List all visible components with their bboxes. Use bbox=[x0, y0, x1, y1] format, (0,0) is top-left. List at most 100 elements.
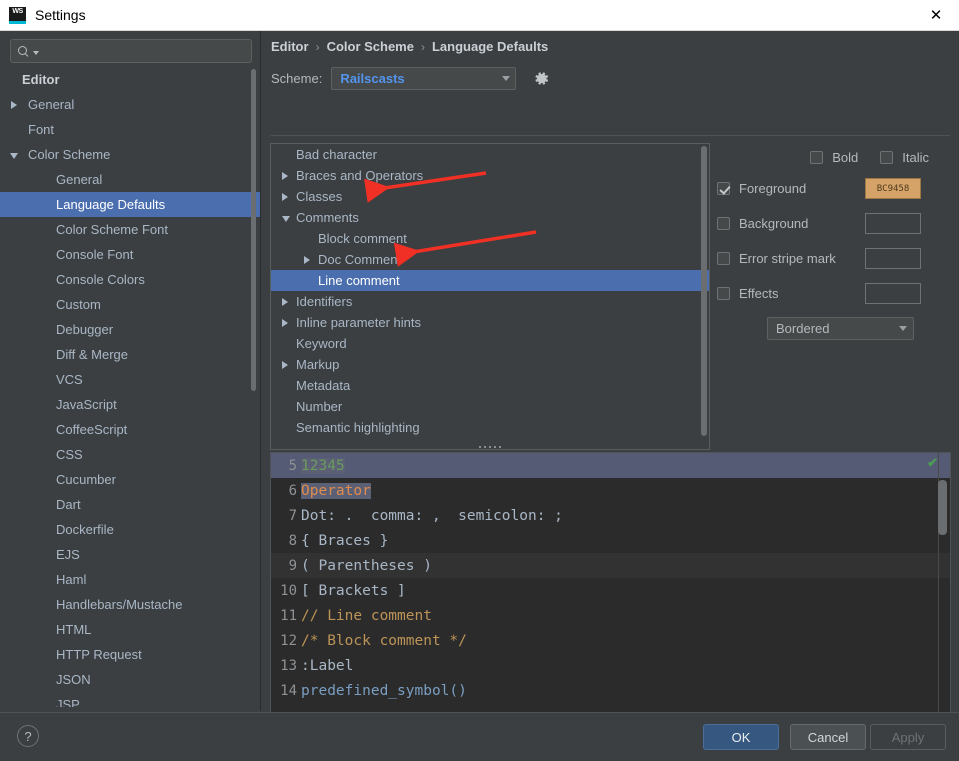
sidebar-item-editor[interactable]: Editor bbox=[0, 67, 260, 92]
sidebar-item-diff-merge[interactable]: Diff & Merge bbox=[0, 342, 260, 367]
italic-checkbox[interactable] bbox=[880, 150, 894, 164]
breadcrumb-item-language-defaults: Language Defaults bbox=[431, 39, 549, 54]
code-line: 5 12345 bbox=[271, 453, 950, 478]
code-preview[interactable]: 5 12345 6 Operator 7 Dot: . comma: , semicolo… bbox=[270, 452, 951, 733]
gear-icon[interactable] bbox=[531, 69, 551, 89]
sidebar-item-html[interactable]: HTML bbox=[0, 617, 260, 642]
color-attributes-tree[interactable]: Bad character Braces and Operators Classes… bbox=[270, 143, 710, 450]
attribute-item-block-comment[interactable]: Block comment bbox=[271, 228, 709, 249]
sidebar-item-handlebars-mustache[interactable]: Handlebars/Mustache bbox=[0, 592, 260, 617]
attribute-item-metadata[interactable]: Metadata bbox=[271, 375, 709, 396]
sidebar-item-label: Dockerfile bbox=[56, 522, 114, 537]
sidebar-item-label: HTTP Request bbox=[56, 647, 142, 662]
chevron-right-icon[interactable] bbox=[282, 297, 288, 306]
sidebar-item-label: Haml bbox=[56, 572, 87, 587]
attribute-item-classes[interactable]: Classes bbox=[271, 186, 709, 207]
sidebar-item-dockerfile[interactable]: Dockerfile bbox=[0, 517, 260, 542]
sidebar-item-label: Color Scheme bbox=[28, 147, 111, 162]
search-input[interactable] bbox=[39, 43, 245, 59]
attribute-item-identifiers[interactable]: Identifiers bbox=[271, 291, 709, 312]
foreground-color-swatch[interactable]: BC9458 bbox=[865, 178, 921, 199]
background-color-swatch[interactable] bbox=[865, 213, 921, 234]
apply-button[interactable]: Apply bbox=[870, 724, 946, 750]
attribute-item-line-comment[interactable]: Line comment bbox=[271, 270, 709, 291]
code-line: 7 Dot: . comma: , semicolon: ; bbox=[271, 503, 950, 528]
preview-vertical-scrollbar[interactable] bbox=[938, 480, 947, 535]
chevron-down-icon bbox=[502, 76, 511, 81]
attribute-item-semantic-highlighting[interactable]: Semantic highlighting bbox=[271, 417, 709, 438]
settings-dialog: Editor General Font Color Scheme General Lang… bbox=[0, 31, 959, 761]
search-box[interactable] bbox=[10, 39, 252, 63]
sidebar-item-label: Editor bbox=[22, 72, 60, 87]
attribute-item-bad-character[interactable]: Bad character bbox=[271, 144, 709, 165]
breadcrumb-item-editor[interactable]: Editor bbox=[271, 39, 309, 54]
attribute-item-comments[interactable]: Comments bbox=[271, 207, 709, 228]
chevron-down-icon[interactable] bbox=[10, 152, 18, 159]
sidebar-item-language-defaults[interactable]: Language Defaults bbox=[0, 192, 260, 217]
sidebar-item-javascript[interactable]: JavaScript bbox=[0, 392, 260, 417]
sidebar-item-color-scheme-font[interactable]: Color Scheme Font bbox=[0, 217, 260, 242]
panel-splitter[interactable] bbox=[270, 443, 710, 450]
line-number: 13 bbox=[280, 657, 297, 674]
foreground-checkbox[interactable] bbox=[717, 182, 730, 195]
sidebar-item-ejs[interactable]: EJS bbox=[0, 542, 260, 567]
sidebar-item-general[interactable]: General bbox=[0, 92, 260, 117]
chevron-right-icon[interactable] bbox=[304, 255, 310, 264]
sidebar-item-debugger[interactable]: Debugger bbox=[0, 317, 260, 342]
chevron-right-icon[interactable] bbox=[282, 171, 288, 180]
sidebar-item-general[interactable]: General bbox=[0, 167, 260, 192]
chevron-down-icon bbox=[899, 326, 907, 331]
error-stripe-color-swatch[interactable] bbox=[865, 248, 921, 269]
error-stripe-mark-checkbox[interactable] bbox=[717, 252, 730, 265]
sidebar-item-custom[interactable]: Custom bbox=[0, 292, 260, 317]
attribute-item-number[interactable]: Number bbox=[271, 396, 709, 417]
dialog-button-bar: ? OK Cancel Apply bbox=[0, 712, 959, 761]
code-token: [ Brackets ] bbox=[301, 582, 406, 599]
code-token: { Braces } bbox=[301, 532, 389, 549]
effects-color-swatch[interactable] bbox=[865, 283, 921, 304]
sidebar-item-json[interactable]: JSON bbox=[0, 667, 260, 692]
breadcrumb-item-color-scheme[interactable]: Color Scheme bbox=[327, 39, 414, 54]
effects-checkbox[interactable] bbox=[717, 287, 730, 300]
chevron-right-icon[interactable] bbox=[282, 192, 288, 201]
sidebar-item-label: EJS bbox=[56, 547, 80, 562]
sidebar-item-console-colors[interactable]: Console Colors bbox=[0, 267, 260, 292]
scheme-dropdown[interactable]: Railscasts bbox=[331, 67, 517, 90]
sidebar-item-label: CSS bbox=[56, 447, 83, 462]
sidebar-item-label: General bbox=[28, 97, 75, 112]
sidebar-item-jsp[interactable]: JSP bbox=[0, 692, 260, 707]
help-icon[interactable]: ? bbox=[17, 725, 39, 747]
sidebar-scrollbar[interactable] bbox=[251, 69, 256, 391]
background-checkbox[interactable] bbox=[717, 217, 730, 230]
sidebar-tree[interactable]: Editor General Font Color Scheme General Lang… bbox=[0, 67, 260, 707]
sidebar-item-vcs[interactable]: VCS bbox=[0, 367, 260, 392]
sidebar-item-cucumber[interactable]: Cucumber bbox=[0, 467, 260, 492]
sidebar-item-dart[interactable]: Dart bbox=[0, 492, 260, 517]
attribute-item-braces-and-operators[interactable]: Braces and Operators bbox=[271, 165, 709, 186]
code-line-text: [ Brackets ] bbox=[301, 583, 406, 599]
attribute-item-markup[interactable]: Markup bbox=[271, 354, 709, 375]
attribute-item-doc-comment[interactable]: Doc Comment bbox=[271, 249, 709, 270]
sidebar-item-css[interactable]: CSS bbox=[0, 442, 260, 467]
sidebar-item-http-request[interactable]: HTTP Request bbox=[0, 642, 260, 667]
sidebar-item-coffeescript[interactable]: CoffeeScript bbox=[0, 417, 260, 442]
chevron-down-icon[interactable] bbox=[282, 215, 290, 222]
ok-button[interactable]: OK bbox=[703, 724, 779, 750]
attribute-item-keyword[interactable]: Keyword bbox=[271, 333, 709, 354]
effect-type-dropdown[interactable]: Bordered bbox=[767, 317, 914, 340]
attribute-item-inline-parameter-hints[interactable]: Inline parameter hints bbox=[271, 312, 709, 333]
code-line: 14 predefined_symbol() bbox=[271, 678, 950, 703]
sidebar-item-haml[interactable]: Haml bbox=[0, 567, 260, 592]
chevron-right-icon[interactable] bbox=[282, 318, 288, 327]
cancel-button[interactable]: Cancel bbox=[790, 724, 866, 750]
sidebar-item-console-font[interactable]: Console Font bbox=[0, 242, 260, 267]
bold-checkbox[interactable] bbox=[810, 150, 824, 164]
attribute-item-label: Identifiers bbox=[296, 294, 353, 309]
attributes-scrollbar[interactable] bbox=[701, 146, 707, 436]
close-icon[interactable]: ✕ bbox=[913, 0, 959, 30]
splitter-dot bbox=[489, 445, 491, 448]
sidebar-item-font[interactable]: Font bbox=[0, 117, 260, 142]
sidebar-item-color-scheme[interactable]: Color Scheme bbox=[0, 142, 260, 167]
chevron-right-icon[interactable] bbox=[11, 100, 17, 109]
chevron-right-icon[interactable] bbox=[282, 360, 288, 369]
